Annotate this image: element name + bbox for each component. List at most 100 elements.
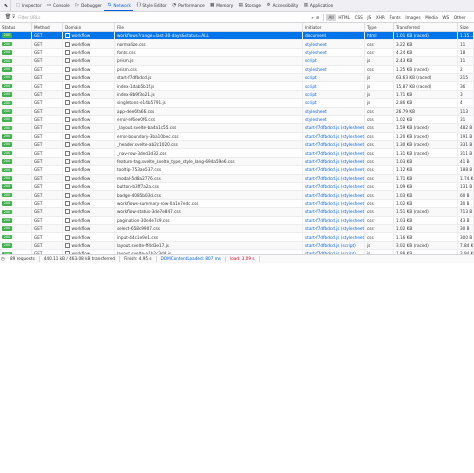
initiator-text[interactable]: stylesheet bbox=[305, 109, 327, 114]
divider bbox=[323, 13, 325, 21]
initiator-text[interactable]: start-f7dfbdcd.js (stylesheet) bbox=[305, 193, 364, 198]
initiator-text[interactable]: script bbox=[305, 84, 317, 89]
cell-initiator: start-f7dfbdcd.js (stylesheet) bbox=[303, 183, 365, 191]
tab-accessibility[interactable]: ✲ Accessibility bbox=[264, 0, 301, 11]
cell-type: css bbox=[365, 216, 394, 224]
table-row[interactable]: 200 GET workflow start-f7dfbdcd.js script js 6… bbox=[0, 73, 474, 83]
table-row[interactable]: 200 GET workflow index-8b9f3e21.js script js 1… bbox=[0, 90, 474, 100]
cell-file: modal-5d8a2776.css bbox=[115, 174, 303, 183]
column-status[interactable]: Status bbox=[0, 23, 32, 31]
table-row[interactable]: 200 GET workflow _layout.svelte-ba4a1c55.cs… bbox=[0, 124, 474, 133]
filter-xhr-button[interactable]: XHR bbox=[374, 14, 388, 21]
initiator-text[interactable]: script bbox=[305, 75, 317, 80]
column-method[interactable]: Method bbox=[32, 23, 63, 31]
filter-js-button[interactable]: JS bbox=[365, 14, 374, 21]
initiator-text[interactable]: start-f7dfbdcd.js (stylesheet) bbox=[305, 151, 364, 156]
table-row[interactable]: 200 GET workflow modal-5d8a2776.css start-f7… bbox=[0, 174, 474, 184]
accessibility-icon: ✲ bbox=[266, 3, 271, 8]
table-row[interactable]: 200 GET workflow workflow-status-3de7e847.c… bbox=[0, 208, 474, 217]
filter-media-button[interactable]: Media bbox=[423, 14, 440, 21]
initiator-text[interactable]: start-f7dfbdcd.js (stylesheet) bbox=[305, 167, 364, 172]
table-row[interactable]: 200 GET workflow normalize.css stylesheet css… bbox=[0, 40, 474, 49]
table-row[interactable]: 200 GET workflow layout.svelte-ff4d3e17.js s… bbox=[0, 241, 474, 251]
file-text: _layout.svelte-ba4a1c55.css bbox=[117, 125, 177, 131]
column-size[interactable]: Size bbox=[458, 23, 474, 31]
table-row[interactable]: 200 GET workflow app-dee6fa66.css stylesheet… bbox=[0, 107, 474, 116]
table-row[interactable]: 200 GET workflow input-44c1e9e1.css start-f7… bbox=[0, 233, 474, 242]
table-row[interactable]: 200 GET workflow _nav-row-3ded3d32.css start… bbox=[0, 149, 474, 158]
initiator-text[interactable]: stylesheet bbox=[305, 67, 327, 72]
method-text: GET bbox=[34, 133, 43, 139]
block-icon[interactable]: ⊘ bbox=[316, 15, 320, 20]
cell-method: GET bbox=[32, 157, 63, 166]
initiator-text[interactable]: start-f7dfbdcd.js (stylesheet) bbox=[305, 201, 364, 206]
table-row[interactable]: 200 GET workflow _header.svelte-ab2c1020.cs… bbox=[0, 141, 474, 150]
initiator-text[interactable]: document bbox=[305, 33, 326, 38]
initiator-text[interactable]: stylesheet bbox=[305, 42, 327, 47]
table-row[interactable]: 200 GET workflow feature-tag.svelte_svelte_… bbox=[0, 157, 474, 167]
tab-style-editor[interactable]: {} Style Editor bbox=[133, 0, 169, 11]
initiator-text[interactable]: start-f7dfbdcd.js (stylesheet) bbox=[305, 226, 364, 231]
filter-urls-input[interactable] bbox=[16, 13, 276, 21]
tab-memory[interactable]: ▦ Memory bbox=[207, 0, 236, 11]
column-initiator[interactable]: Initiator bbox=[303, 23, 365, 31]
table-row[interactable]: 200 GET workflow prism.js script js 2.43 KB 11 bbox=[0, 57, 474, 66]
column-transferred[interactable]: Transferred bbox=[394, 23, 458, 31]
cell-size: 300 B bbox=[458, 233, 474, 241]
tab-inspector[interactable]: ⬚ Inspector bbox=[13, 0, 44, 11]
initiator-text[interactable]: stylesheet bbox=[305, 117, 327, 122]
initiator-text[interactable]: script bbox=[305, 58, 317, 63]
table-row[interactable]: 200 GET workflow error-boundary-3ba10bec.cs… bbox=[0, 132, 474, 142]
filter-html-button[interactable]: HTML bbox=[336, 14, 352, 21]
initiator-text[interactable]: start-f7dfbdcd.js (stylesheet) bbox=[305, 209, 364, 214]
initiator-text[interactable]: start-f7dfbdcd.js (stylesheet) bbox=[305, 218, 364, 223]
table-row[interactable]: 200 GET workflow error-ef6ee0f6.css styleshe… bbox=[0, 115, 474, 125]
filter-all-button[interactable]: All bbox=[326, 13, 337, 21]
initiator-text[interactable]: start-f7dfbdcd.js (stylesheet) bbox=[305, 159, 364, 164]
cell-transferred: 1.03 KB bbox=[394, 191, 458, 199]
tab-console[interactable]: ▭ Console bbox=[44, 0, 72, 11]
tab-performance[interactable]: ◔ Performance bbox=[169, 0, 207, 11]
initiator-text[interactable]: start-f7dfbdcd.js (stylesheet) bbox=[305, 125, 364, 130]
clear-requests-icon[interactable]: 🗑 bbox=[4, 14, 12, 20]
filter-other-button[interactable]: Other bbox=[452, 14, 468, 21]
initiator-text[interactable]: start-f7dfbdcd.js (stylesheet) bbox=[305, 176, 364, 181]
size-text: 331 B bbox=[460, 142, 473, 148]
tab-network[interactable]: ⇅ Network bbox=[104, 0, 134, 11]
column-type[interactable]: Type bbox=[365, 23, 394, 31]
table-row[interactable]: 200 GET workflow pagination-30e4e7c9.css sta… bbox=[0, 216, 474, 225]
initiator-text[interactable]: start-f7dfbdcd.js (stylesheet) bbox=[305, 235, 364, 240]
element-picker-icon[interactable]: ⬉ bbox=[2, 0, 11, 11]
table-row[interactable]: 200 GET workflow workflows?range=last-30-da… bbox=[0, 32, 474, 41]
initiator-text[interactable]: start-f7dfbdcd.js (script) bbox=[305, 243, 356, 248]
cell-domain: workflow bbox=[63, 32, 115, 40]
filter-css-button[interactable]: CSS bbox=[352, 14, 365, 21]
column-domain[interactable]: Domain bbox=[63, 23, 115, 31]
filter-images-button[interactable]: Images bbox=[403, 14, 423, 21]
transferred-text: 1.02 KB bbox=[396, 117, 413, 123]
table-row[interactable]: 200 GET workflow index-1dab5b1f.js script js 1… bbox=[0, 82, 474, 91]
table-row[interactable]: 200 GET workflow tooltip-753ae537.css start-… bbox=[0, 166, 474, 175]
filter-ws-button[interactable]: WS bbox=[440, 14, 451, 21]
filter-fonts-button[interactable]: Fonts bbox=[387, 14, 403, 21]
table-row[interactable]: 200 GET workflow prism.css stylesheet css 1.25… bbox=[0, 65, 474, 74]
table-row[interactable]: 200 GET workflow workflows-summary-row-0a1e… bbox=[0, 199, 474, 209]
table-row[interactable]: 200 GET workflow button-b3ff7a2a.css start-f… bbox=[0, 183, 474, 192]
column-file[interactable]: File bbox=[115, 23, 303, 31]
tab-storage[interactable]: ▤ Storage bbox=[236, 0, 264, 11]
initiator-text[interactable]: script bbox=[305, 92, 317, 97]
status-badge: 200 bbox=[2, 41, 13, 47]
devtools-toolbar: ⬉ ⬚ Inspector ▭ Console ▷ Debugger ⇅ Network{} S… bbox=[0, 0, 474, 12]
initiator-text[interactable]: start-f7dfbdcd.js (stylesheet) bbox=[305, 184, 364, 189]
table-row[interactable]: 200 GET workflow fonts.css stylesheet css 4.24… bbox=[0, 48, 474, 58]
initiator-text[interactable]: script bbox=[305, 100, 317, 105]
table-row[interactable]: 200 GET workflow singletons-e14b5791.js scri… bbox=[0, 99, 474, 108]
table-row[interactable]: 200 GET workflow badge-4085b03d.css start-f7… bbox=[0, 191, 474, 200]
tab-debugger[interactable]: ▷ Debugger bbox=[72, 0, 104, 11]
initiator-text[interactable]: start-f7dfbdcd.js (stylesheet) bbox=[305, 134, 364, 139]
initiator-text[interactable]: start-f7dfbdcd.js (stylesheet) bbox=[305, 142, 364, 147]
table-row[interactable]: 200 GET workflow select-658c9907.css start-f… bbox=[0, 224, 474, 234]
initiator-text[interactable]: stylesheet bbox=[305, 50, 327, 55]
search-icon[interactable]: ⌕ bbox=[311, 15, 313, 20]
tab-application[interactable]: ▥ Application bbox=[301, 0, 336, 11]
